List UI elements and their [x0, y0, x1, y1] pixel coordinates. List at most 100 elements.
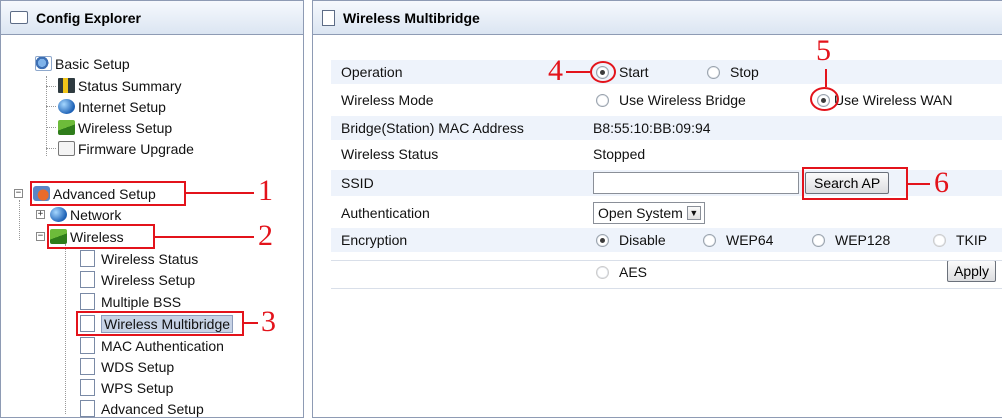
aes-label: AES [619, 264, 648, 280]
radio-wep128[interactable] [812, 233, 825, 247]
wireless-icon [58, 120, 75, 135]
page-icon [80, 293, 95, 310]
config-explorer-title: Config Explorer [36, 9, 142, 26]
tree-label: Advanced Setup [101, 400, 204, 417]
annotation-box-2 [47, 224, 155, 249]
tree-item-advanced-setup-wireless[interactable]: Advanced Setup [80, 398, 204, 419]
tree-label: Wireless Setup [101, 271, 196, 288]
page-icon [80, 271, 95, 288]
page-icon [80, 358, 95, 375]
tree-label: Basic Setup [55, 55, 130, 72]
tree-item-multiple-bss[interactable]: Multiple BSS [80, 291, 181, 312]
annotation-box-6 [802, 167, 908, 200]
globe-icon [50, 207, 67, 222]
encryption-aes-option[interactable]: AES [596, 264, 647, 280]
chevron-down-icon: ▼ [686, 206, 701, 220]
document-icon [322, 9, 335, 26]
tree-label: WDS Setup [101, 358, 175, 375]
annotation-number-2: 2 [258, 219, 273, 252]
annotation-circle-4 [590, 61, 616, 83]
operation-stop-option[interactable]: Stop [707, 64, 759, 80]
tree-item-network[interactable]: Network [50, 204, 121, 225]
wireless-multibridge-header: Wireless Multibridge [313, 1, 1002, 35]
annotation-line-3 [244, 322, 258, 324]
annotation-box-3 [76, 311, 244, 336]
wireless-status-row: Wireless Status Stopped [331, 142, 1002, 166]
encryption-disable-option[interactable]: Disable [596, 232, 666, 248]
wep128-label: WEP128 [835, 232, 891, 248]
tree-item-wireless-setup[interactable]: Wireless Setup [58, 117, 172, 138]
tree-item-wireless-status[interactable]: Wireless Status [80, 248, 198, 269]
tree-label: Wireless Status [101, 250, 199, 267]
folder-icon [10, 11, 28, 24]
tree-label: Firmware Upgrade [78, 140, 194, 157]
tree-line [19, 200, 20, 240]
tree-label: Status Summary [78, 77, 182, 94]
radio-stop[interactable] [707, 65, 720, 79]
page-icon [80, 400, 95, 417]
tree-label: WPS Setup [101, 379, 174, 396]
form-bottom-divider [331, 260, 1002, 261]
tree-line [46, 76, 47, 156]
annotation-number-6: 6 [934, 166, 949, 199]
tree-item-wireless-setup-adv[interactable]: Wireless Setup [80, 269, 195, 290]
radio-wep64[interactable] [703, 233, 716, 247]
wireless-mode-row: Wireless Mode Use Wireless Bridge Use Wi… [331, 88, 1002, 112]
tree-line [46, 148, 56, 149]
page-icon [80, 337, 95, 354]
annotation-line-1 [186, 192, 254, 194]
tree-label: MAC Authentication [101, 337, 224, 354]
collapse-icon[interactable]: − [36, 232, 45, 241]
annotation-line-2 [155, 236, 254, 238]
apply-button[interactable]: Apply [947, 260, 997, 282]
encryption-wep64-option[interactable]: WEP64 [703, 232, 773, 248]
encryption-label: Encryption [341, 232, 408, 248]
annotation-line-5 [825, 69, 827, 87]
stop-label: Stop [730, 64, 759, 80]
collapse-icon[interactable]: − [14, 189, 23, 198]
wireless-mode-label: Wireless Mode [341, 92, 434, 108]
tree-item-firmware-upgrade[interactable]: Firmware Upgrade [58, 138, 194, 159]
page-icon [80, 250, 95, 267]
tree-item-status-summary[interactable]: Status Summary [58, 75, 181, 96]
tree-item-basic-setup[interactable]: Basic Setup [35, 53, 130, 74]
authentication-value: Open System [598, 205, 683, 221]
page-icon [80, 379, 95, 396]
tkip-label: TKIP [956, 232, 988, 248]
wireless-bridge-label: Use Wireless Bridge [619, 92, 746, 108]
ssid-input[interactable] [593, 172, 799, 194]
annotation-number-4: 4 [548, 54, 563, 87]
disable-label: Disable [619, 232, 666, 248]
tree-item-internet-setup[interactable]: Internet Setup [58, 96, 166, 117]
tree-line [46, 127, 56, 128]
mode-bridge-option[interactable]: Use Wireless Bridge [596, 92, 746, 108]
tree-label: Wireless Setup [78, 119, 173, 136]
aes-apply-row: AES Apply [331, 258, 1002, 286]
mac-address-label: Bridge(Station) MAC Address [341, 120, 524, 136]
encryption-wep128-option[interactable]: WEP128 [812, 232, 890, 248]
wireless-status-label: Wireless Status [341, 146, 439, 162]
radio-aes[interactable] [596, 265, 609, 279]
radio-wireless-bridge[interactable] [596, 93, 609, 107]
authentication-select[interactable]: Open System ▼ [593, 202, 705, 224]
wireless-status-value: Stopped [593, 146, 646, 162]
tree-line [46, 106, 56, 107]
radio-disable[interactable] [596, 233, 609, 247]
encryption-tkip-option[interactable]: TKIP [933, 232, 987, 248]
basic-setup-icon [35, 56, 52, 71]
tree-label: Network [70, 206, 122, 223]
tree-item-wds-setup[interactable]: WDS Setup [80, 356, 174, 377]
wireless-multibridge-title: Wireless Multibridge [343, 9, 480, 26]
annotation-line-4 [566, 71, 590, 73]
tree-line [65, 244, 66, 414]
expand-icon[interactable]: + [36, 210, 45, 219]
tree-item-mac-authentication[interactable]: MAC Authentication [80, 335, 224, 356]
authentication-label: Authentication [341, 205, 430, 221]
annotation-box-1 [30, 181, 186, 206]
config-explorer-header: Config Explorer [1, 1, 303, 35]
authentication-row: Authentication Open System ▼ [331, 201, 1002, 225]
status-summary-icon [58, 78, 75, 93]
tree-item-wps-setup[interactable]: WPS Setup [80, 377, 173, 398]
radio-tkip[interactable] [933, 233, 946, 247]
ssid-label: SSID [341, 175, 374, 191]
